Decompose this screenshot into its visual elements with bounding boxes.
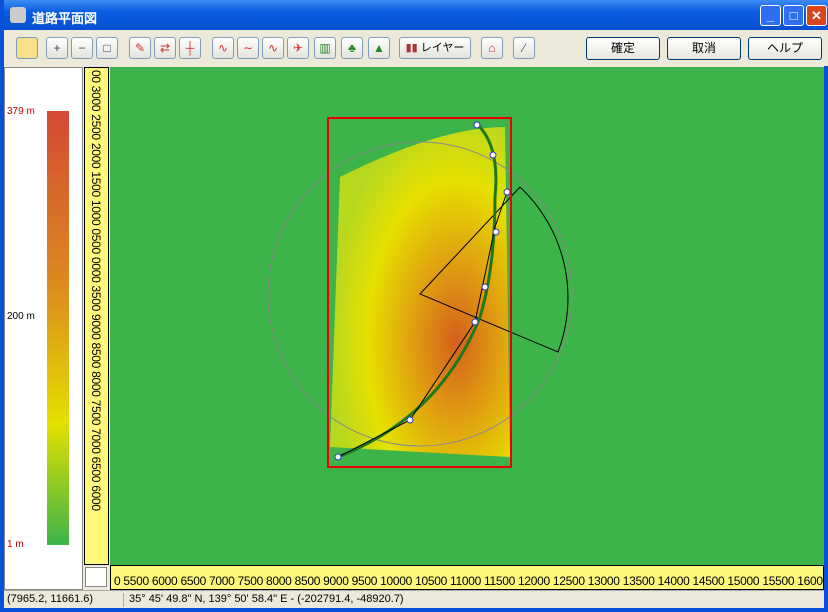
maximize-button[interactable]: □ (783, 5, 804, 26)
ruler-corner (85, 567, 107, 587)
confirm-button[interactable]: 確定 (586, 37, 660, 60)
zoom-out-icon[interactable]: − (71, 37, 93, 59)
control-point[interactable] (492, 228, 500, 236)
horizontal-ruler[interactable]: 0 5500 6000 6500 7000 7500 8000 8500 900… (110, 565, 824, 590)
status-bar: (7965.2, 11661.6) 35° 45' 49.8" N, 139° … (4, 590, 824, 608)
app-icon (10, 7, 26, 23)
control-point[interactable] (489, 151, 497, 159)
close-button[interactable]: ✕ (806, 5, 827, 26)
disconnect-icon[interactable]: ⁄ (513, 37, 535, 59)
layer-button[interactable]: ▮▮ レイヤー (399, 37, 471, 59)
status-geo: 35° 45' 49.8" N, 139° 50' 58.4" E - (-20… (129, 593, 404, 605)
measure-icon[interactable]: ✎ (129, 37, 151, 59)
line-4-icon[interactable]: ✈ (287, 37, 309, 59)
map-canvas[interactable] (110, 67, 824, 565)
vertical-ruler-labels: 00 3000 2500 2000 1500 1000 0500 0000 35… (89, 70, 103, 511)
zoom-fit-icon[interactable]: □ (96, 37, 118, 59)
title-bar: 道路平面図 _ □ ✕ (4, 0, 828, 30)
control-point[interactable] (481, 283, 489, 291)
minimize-button[interactable]: _ (760, 5, 781, 26)
open-folder-icon[interactable] (16, 37, 38, 59)
control-point[interactable] (334, 453, 342, 461)
toolbar: + − □ ✎ ⇄ ┼ ∿ ∼ ∿ ✈ ▥ ♣ ▲ ▮▮ レイヤー ⌂ ⁄ 確定… (8, 30, 828, 66)
forest-icon[interactable]: ♣ (341, 37, 363, 59)
legend-mid: 200 m (7, 311, 35, 322)
swap-icon[interactable]: ⇄ (154, 37, 176, 59)
control-point[interactable] (471, 318, 479, 326)
map-drawing (267, 117, 573, 468)
control-point[interactable] (503, 188, 511, 196)
window-title: 道路平面図 (32, 11, 98, 26)
legend-min: 1 m (7, 539, 24, 550)
building-icon[interactable]: ▥ (314, 37, 336, 59)
control-point[interactable] (406, 416, 414, 424)
cancel-button[interactable]: 取消 (667, 37, 741, 60)
line-3-icon[interactable]: ∿ (262, 37, 284, 59)
help-button[interactable]: ヘルプ (748, 37, 822, 60)
legend-max: 379 m (7, 106, 35, 117)
terrain-icon[interactable]: ▲ (368, 37, 390, 59)
line-2-icon[interactable]: ∼ (237, 37, 259, 59)
elevation-color-bar (47, 111, 69, 545)
split-line-icon[interactable]: ┼ (179, 37, 201, 59)
elevation-legend: 379 m 200 m 1 m (4, 67, 83, 590)
layer-icon: ▮▮ (405, 42, 421, 54)
add-house-icon[interactable]: ⌂ (481, 37, 503, 59)
status-coords: (7965.2, 11661.6) (4, 593, 124, 607)
vertical-ruler[interactable]: 00 3000 2500 2000 1500 1000 0500 0000 35… (84, 67, 109, 565)
control-point[interactable] (473, 121, 481, 129)
line-1-icon[interactable]: ∿ (212, 37, 234, 59)
horizontal-ruler-labels: 0 5500 6000 6500 7000 7500 8000 8500 900… (114, 574, 824, 588)
zoom-in-icon[interactable]: + (46, 37, 68, 59)
layer-label: レイヤー (420, 42, 465, 54)
